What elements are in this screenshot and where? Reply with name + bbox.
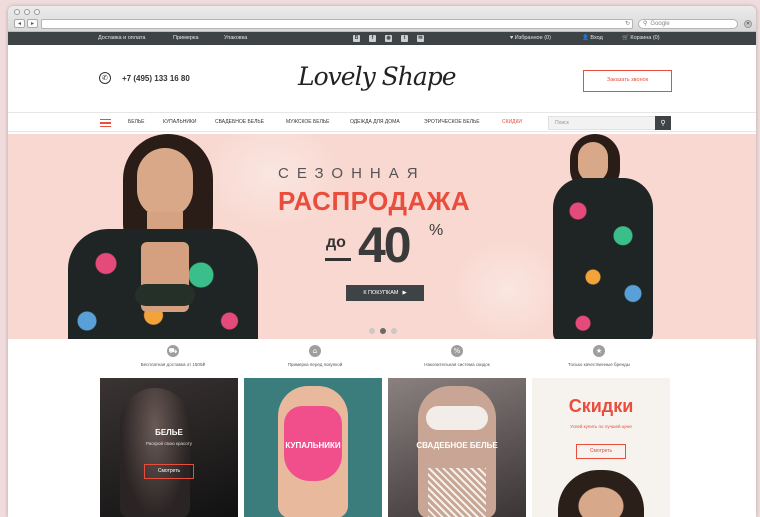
card-title: БЕЛЬЕ (155, 428, 183, 437)
phone-number[interactable]: +7 (495) 133 16 80 (122, 74, 190, 83)
card-view-button[interactable]: Смотреть (144, 464, 194, 479)
hero-up-to: до (326, 234, 346, 251)
nav-item-sale[interactable]: СКИДКИ (502, 119, 522, 125)
feature-text: Примерка перед покупкой (287, 362, 343, 367)
card-sale[interactable]: Скидки Успей купить по лучшей цене Смотр… (532, 378, 670, 517)
category-cards: БЕЛЬЕ Раскрой свою красоту Смотреть КУПА… (8, 378, 756, 517)
hero-title-sale: РАСПРОДАЖА (278, 186, 471, 216)
card-title: Скидки (568, 396, 634, 416)
window-minimize-dot[interactable] (24, 9, 30, 15)
model-photo-left (63, 134, 263, 339)
features-strip: ⛟ Бесплатная доставка от 1500₽ ⌂ Примерк… (8, 339, 756, 379)
hero-banner[interactable]: СЕЗОННАЯ РАСПРОДАЖА до 40 % К ПОКУПКАМ ▶ (8, 134, 756, 339)
hero-discount-value: 40 (358, 217, 412, 273)
nav-item-wedding[interactable]: СВАДЕБНОЕ БЕЛЬЕ (215, 119, 264, 125)
site-header: ✆ +7 (495) 133 16 80 Lovely Shape Заказа… (8, 45, 756, 112)
facebook-icon[interactable]: f (369, 35, 376, 42)
top-bar: Доставка и оплата Примерка Упаковка B f … (8, 32, 756, 45)
card-title: СВАДЕБНОЕ БЕЛЬЕ (416, 441, 498, 450)
phone-icon: ✆ (99, 72, 111, 84)
feature-discounts: % Накопительная система скидок (382, 345, 532, 367)
hanger-icon: ⌂ (309, 345, 321, 357)
menu-icon[interactable] (100, 119, 111, 127)
hero-title-seasonal: СЕЗОННАЯ (278, 165, 426, 182)
window-maximize-dot[interactable] (34, 9, 40, 15)
cart-link[interactable]: 🛒 Корзина (0) (622, 35, 660, 41)
topbar-link-delivery[interactable]: Доставка и оплата (98, 35, 145, 41)
nav-item-swimwear[interactable]: КУПАЛЬНИКИ (163, 119, 196, 125)
truck-icon: ⛟ (167, 345, 179, 357)
model-photo-right (548, 134, 658, 339)
feature-brands: ★ Только качественные бренды (524, 345, 674, 367)
favorites-link[interactable]: ♥ Избранное (0) (510, 35, 551, 41)
star-icon: ★ (593, 345, 605, 357)
feature-text: Бесплатная доставка от 1500₽ (140, 362, 206, 367)
arrow-right-icon: ▶ (402, 290, 407, 296)
call-request-button[interactable]: Заказать звонок (583, 70, 672, 92)
model-photo (120, 388, 190, 517)
browser-search-placeholder: Google (650, 21, 670, 27)
feature-text: Накопительная система скидок (424, 362, 490, 367)
slider-dot-active[interactable] (380, 328, 386, 334)
close-icon[interactable]: ✕ (744, 20, 752, 28)
window-close-dot[interactable] (14, 9, 20, 15)
nav-item-erotic[interactable]: ЭРОТИЧЕСКОЕ БЕЛЬЕ (424, 119, 480, 125)
model-photo (558, 470, 644, 517)
slider-dot[interactable] (391, 328, 397, 334)
mail-icon[interactable]: ✉ (417, 35, 424, 42)
main-nav: БЕЛЬЕ КУПАЛЬНИКИ СВАДЕБНОЕ БЕЛЬЕ МУЖСКОЕ… (8, 112, 756, 132)
window-controls (14, 9, 40, 15)
shop-now-button[interactable]: К ПОКУПКАМ ▶ (346, 285, 424, 301)
card-swimwear[interactable]: КУПАЛЬНИКИ (244, 378, 382, 517)
card-subtitle: Раскрой свою красоту (145, 441, 193, 446)
card-subtitle: Успей купить по лучшей цене (570, 424, 632, 429)
stockings-graphic (428, 468, 486, 517)
forward-button[interactable]: ▸ (27, 19, 38, 28)
card-title: КУПАЛЬНИКИ (285, 441, 341, 450)
address-bar[interactable]: ↻ (41, 19, 633, 29)
card-lingerie[interactable]: БЕЛЬЕ Раскрой свою красоту Смотреть (100, 378, 238, 517)
lingerie-graphic (426, 406, 488, 430)
card-wedding[interactable]: СВАДЕБНОЕ БЕЛЬЕ (388, 378, 526, 517)
login-link[interactable]: 👤 Вход (582, 35, 603, 41)
twitter-icon[interactable]: t (401, 35, 408, 42)
instagram-icon[interactable]: ◉ (385, 35, 392, 42)
site-logo[interactable]: Lovely Shape (298, 62, 457, 91)
feature-fitting: ⌂ Примерка перед покупкой (240, 345, 390, 367)
refresh-icon[interactable]: ↻ (625, 20, 630, 28)
back-button[interactable]: ◂ (14, 19, 25, 28)
history-buttons: ◂ ▸ (14, 19, 38, 28)
search-icon: ⚲ (643, 21, 648, 27)
slider-dots (369, 328, 397, 334)
slider-dot[interactable] (369, 328, 375, 334)
browser-search-input[interactable]: ⚲ Google (638, 19, 738, 29)
hero-percent-sign: % (429, 222, 444, 239)
site-search-button[interactable]: ⚲ (655, 116, 671, 130)
topbar-link-fitting[interactable]: Примерка (173, 35, 199, 41)
vk-icon[interactable]: B (353, 35, 360, 42)
browser-window: ◂ ▸ ↻ ⚲ Google ✕ Доставка и оплата Пример… (8, 6, 756, 517)
topbar-link-packaging[interactable]: Упаковка (224, 35, 247, 41)
hero-dash (325, 258, 351, 261)
nav-item-men[interactable]: МУЖСКОЕ БЕЛЬЕ (286, 119, 330, 125)
nav-item-home[interactable]: ОДЕЖДА ДЛЯ ДОМА (350, 119, 400, 125)
feature-text: Только качественные бренды (568, 362, 630, 367)
card-view-button[interactable]: Смотреть (576, 444, 626, 459)
browser-chrome: ◂ ▸ ↻ ⚲ Google ✕ (8, 6, 756, 32)
site-search-input[interactable]: Поиск (548, 116, 656, 130)
nav-item-lingerie[interactable]: БЕЛЬЕ (128, 119, 145, 125)
shop-now-label: К ПОКУПКАМ (363, 290, 399, 296)
feature-delivery: ⛟ Бесплатная доставка от 1500₽ (98, 345, 248, 368)
percent-icon: % (451, 345, 463, 357)
